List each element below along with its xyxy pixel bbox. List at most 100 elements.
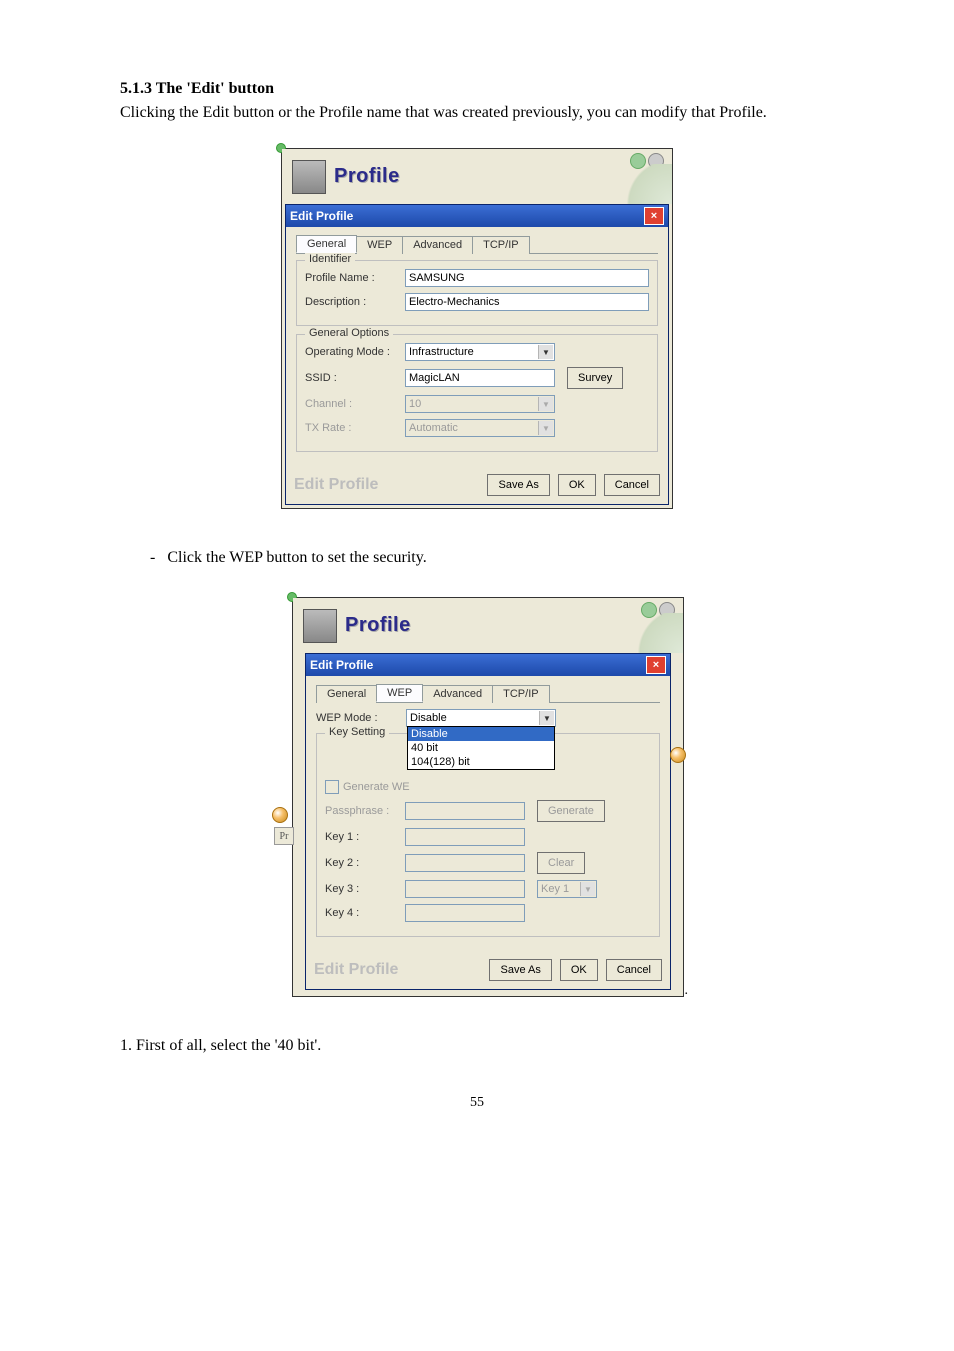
label-key4: Key 4 :	[325, 907, 405, 919]
app-window: Profile Edit Profile × General	[292, 597, 684, 997]
txrate-select: Automatic ▼	[405, 419, 555, 437]
save-as-button[interactable]: Save As	[489, 959, 551, 981]
side-orb-icon	[272, 807, 288, 823]
generate-checkbox	[325, 780, 339, 794]
close-icon: ×	[653, 659, 659, 671]
cancel-button[interactable]: Cancel	[604, 474, 660, 496]
tab-advanced[interactable]: Advanced	[402, 236, 473, 254]
operating-mode-value: Infrastructure	[409, 346, 474, 358]
cancel-button[interactable]: Cancel	[606, 959, 662, 981]
label-wep-mode: WEP Mode :	[316, 712, 406, 724]
description-input[interactable]	[405, 293, 649, 311]
channel-value: 10	[409, 398, 421, 410]
key2-input	[405, 854, 525, 872]
default-key-value: Key 1	[541, 883, 569, 895]
close-button[interactable]: ×	[644, 207, 664, 225]
close-icon: ×	[651, 210, 657, 222]
tab-general[interactable]: General	[296, 235, 357, 253]
label-description: Description :	[305, 296, 405, 308]
header-decor	[583, 613, 683, 653]
trailing-period: .	[685, 983, 689, 999]
key3-input	[405, 880, 525, 898]
label-key1: Key 1 :	[325, 831, 405, 843]
group-general-options: General Options Operating Mode : Infrast…	[296, 334, 658, 452]
footer-label: Edit Profile	[314, 961, 398, 979]
tab-strip: General WEP Advanced TCP/IP	[316, 684, 660, 703]
txrate-value: Automatic	[409, 422, 458, 434]
dialog-window: Edit Profile × General WEP Advanced TCP/…	[305, 653, 671, 990]
group-identifier-title: Identifier	[305, 253, 355, 265]
tab-wep[interactable]: WEP	[376, 684, 423, 702]
wep-option-104bit[interactable]: 104(128) bit	[408, 755, 554, 769]
key4-input	[405, 904, 525, 922]
dialog-titlebar: Edit Profile ×	[286, 205, 668, 227]
profile-name-input[interactable]	[405, 269, 649, 287]
ssid-input[interactable]	[405, 369, 555, 387]
bullet-line: - Click the WEP button to set the securi…	[150, 549, 834, 567]
dialog-body: General WEP Advanced TCP/IP WEP Mode : D…	[306, 676, 670, 953]
group-general-title: General Options	[305, 327, 393, 339]
generate-button: Generate	[537, 800, 605, 822]
label-operating-mode: Operating Mode :	[305, 346, 405, 358]
group-identifier: Identifier Profile Name : Description :	[296, 260, 658, 326]
key1-input	[405, 828, 525, 846]
save-as-button[interactable]: Save As	[487, 474, 549, 496]
app-header: Profile	[282, 149, 672, 204]
group-key-setting-title: Key Setting	[325, 726, 389, 738]
passphrase-input	[405, 802, 525, 820]
tab-advanced[interactable]: Advanced	[422, 685, 493, 703]
label-ssid: SSID :	[305, 372, 405, 384]
label-passphrase: Passphrase :	[325, 805, 405, 817]
chevron-down-icon: ▼	[538, 421, 553, 435]
app-title: Profile	[345, 614, 411, 637]
intro-paragraph: Clicking the Edit button or the Profile …	[120, 102, 834, 124]
dialog-window: Edit Profile × General WEP Advanced TCP/…	[285, 204, 669, 505]
label-key2: Key 2 :	[325, 857, 405, 869]
side-fragment: Pr	[274, 827, 294, 845]
bullet-text: Click the WEP button to set the security…	[167, 549, 426, 566]
dialog-body: General WEP Advanced TCP/IP Identifier P…	[286, 227, 668, 468]
label-profile-name: Profile Name :	[305, 272, 405, 284]
ok-button[interactable]: OK	[560, 959, 598, 981]
app-logo-icon	[292, 160, 326, 194]
footer-label: Edit Profile	[294, 476, 378, 494]
app-logo-icon	[303, 609, 337, 643]
wep-option-disable[interactable]: Disable	[408, 727, 554, 741]
tab-wep[interactable]: WEP	[356, 236, 403, 254]
dialog-title: Edit Profile	[290, 209, 353, 223]
page-number: 55	[120, 1095, 834, 1111]
wep-mode-select[interactable]: Disable ▼ Disable 40 bit 104(128) bit	[406, 709, 556, 727]
chevron-down-icon: ▼	[580, 882, 595, 896]
label-generate-we: Generate WE	[343, 781, 410, 793]
tab-strip: General WEP Advanced TCP/IP	[296, 235, 658, 254]
close-button[interactable]: ×	[646, 656, 666, 674]
survey-button[interactable]: Survey	[567, 367, 623, 389]
chevron-down-icon: ▼	[538, 397, 553, 411]
dialog-title: Edit Profile	[310, 658, 373, 672]
label-channel: Channel :	[305, 398, 405, 410]
dialog-titlebar: Edit Profile ×	[306, 654, 670, 676]
screenshot-2: Profile Edit Profile × General	[120, 597, 834, 997]
header-decor	[572, 164, 672, 204]
wep-mode-value: Disable	[410, 712, 447, 724]
screenshot-1: Profile Edit Profile × General WEP Advan…	[120, 148, 834, 509]
tab-tcpip[interactable]: TCP/IP	[492, 685, 549, 703]
section-heading: 5.1.3 The 'Edit' button	[120, 80, 834, 98]
ok-button[interactable]: OK	[558, 474, 596, 496]
app-title: Profile	[334, 165, 400, 188]
label-txrate: TX Rate :	[305, 422, 405, 434]
dialog-footer: Edit Profile Save As OK Cancel	[286, 468, 668, 504]
chevron-down-icon: ▼	[539, 711, 554, 725]
wep-mode-dropdown: Disable 40 bit 104(128) bit	[407, 726, 555, 770]
wep-option-40bit[interactable]: 40 bit	[408, 741, 554, 755]
operating-mode-select[interactable]: Infrastructure ▼	[405, 343, 555, 361]
channel-select: 10 ▼	[405, 395, 555, 413]
tab-tcpip[interactable]: TCP/IP	[472, 236, 529, 254]
tab-general[interactable]: General	[316, 685, 377, 703]
step-1: 1. First of all, select the '40 bit'.	[120, 1037, 834, 1055]
default-key-select: Key 1 ▼	[537, 880, 597, 898]
dialog-footer: Edit Profile Save As OK Cancel	[306, 953, 670, 989]
chevron-down-icon: ▼	[538, 345, 553, 359]
app-header: Profile	[293, 598, 683, 653]
clear-button: Clear	[537, 852, 585, 874]
